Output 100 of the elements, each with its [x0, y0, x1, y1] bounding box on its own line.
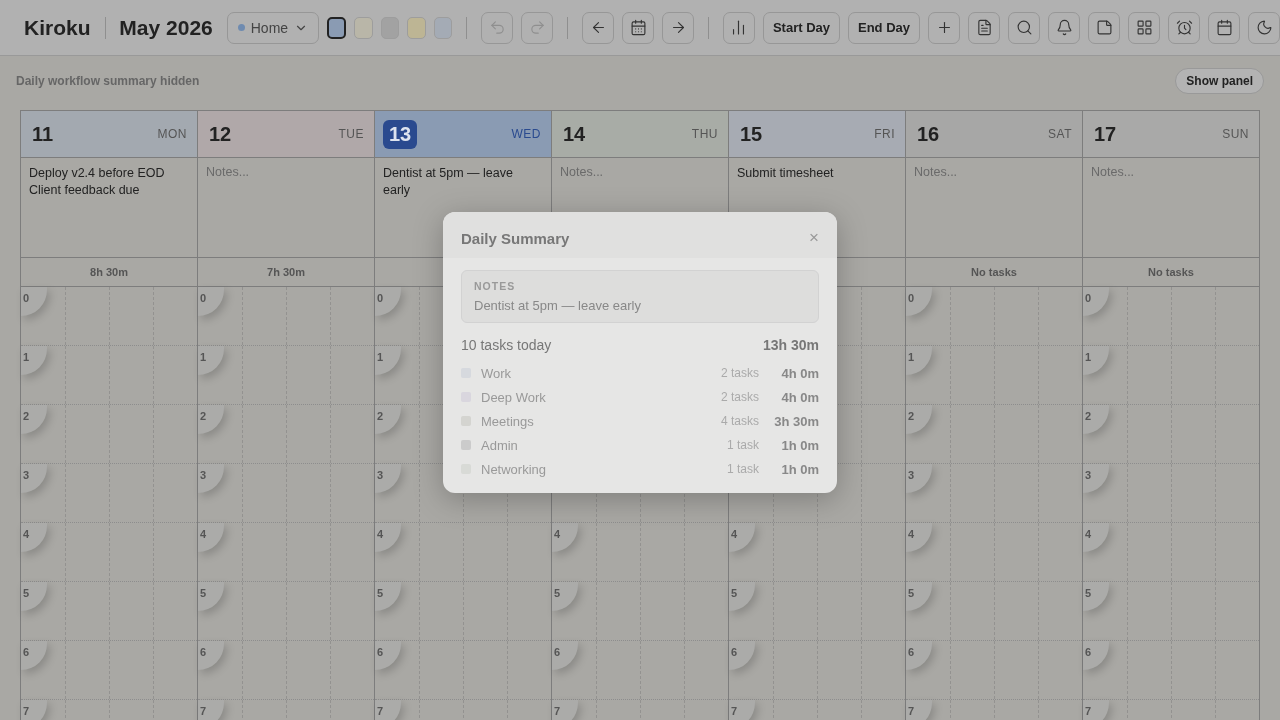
banner-text: Daily workflow summary hidden: [16, 74, 200, 88]
hour-label: 3: [21, 464, 47, 493]
app-name: Kiroku: [24, 15, 91, 40]
category-name: Networking: [481, 461, 548, 477]
theme-swatch[interactable]: [354, 16, 373, 39]
day-total: 7h 30m: [267, 266, 305, 278]
notes-placeholder[interactable]: Notes...: [1091, 165, 1251, 179]
weekday-label: FRI: [874, 127, 895, 141]
category-name: Deep Work: [481, 389, 547, 405]
hour-label: 0: [906, 287, 932, 316]
day-number: 16: [916, 122, 941, 146]
day-note: Dentist at 5pm — leave early: [383, 165, 514, 199]
hour-label: 6: [729, 641, 755, 670]
hour-label: 4: [1083, 523, 1109, 552]
dark-mode-button[interactable]: [1248, 11, 1280, 44]
notes-placeholder[interactable]: Notes...: [206, 165, 366, 179]
previous-button[interactable]: [582, 11, 615, 44]
hour-label: 1: [375, 346, 401, 375]
hour-label: 5: [552, 582, 578, 611]
notes-button[interactable]: [1088, 11, 1120, 44]
weekday-label: TUE: [338, 127, 364, 141]
hour-label: 4: [906, 523, 932, 552]
task-count: 10 tasks today: [461, 337, 553, 353]
day-note: Deploy v2.4 before EOD: [29, 165, 166, 182]
category-name: Meetings: [481, 413, 535, 429]
weekday-label: THU: [691, 127, 718, 141]
hour-label: 4: [552, 523, 578, 552]
grid-button[interactable]: [1128, 11, 1160, 44]
next-button[interactable]: [662, 11, 695, 44]
hour-label: 5: [198, 582, 224, 611]
category-tasks: 2 tasks: [720, 366, 759, 380]
search-icon: [1015, 19, 1033, 36]
theme-swatch[interactable]: [327, 16, 347, 39]
hour-label: 7: [375, 700, 401, 720]
hour-label: 7: [21, 700, 47, 720]
show-panel-button[interactable]: Show panel: [1175, 68, 1264, 94]
weekday-label: WED: [511, 127, 541, 141]
hour-label: 4: [729, 523, 755, 552]
notes-placeholder[interactable]: Notes...: [914, 165, 1074, 179]
hour-label: 0: [1083, 287, 1109, 316]
notes-label: NOTES: [474, 280, 517, 292]
hour-label: 7: [1083, 700, 1109, 720]
hour-label: 3: [1083, 464, 1109, 493]
category-name: Work: [481, 365, 513, 381]
period-title: May 2026: [119, 15, 213, 40]
hour-label: 5: [906, 582, 932, 611]
hour-label: 2: [198, 405, 224, 434]
total-time: 13h 30m: [762, 337, 819, 353]
notes-placeholder[interactable]: Notes...: [560, 165, 720, 179]
hour-label: 4: [375, 523, 401, 552]
day-number: 11: [31, 122, 55, 146]
hour-label: 6: [552, 641, 578, 670]
hour-label: 6: [906, 641, 932, 670]
category-time: 4h 0m: [780, 389, 819, 405]
day-number: 15: [739, 122, 764, 146]
weekday-label: SUN: [1222, 127, 1249, 141]
dialog-title: Daily Summary: [461, 229, 570, 247]
category-time: 1h 0m: [780, 437, 819, 453]
hour-label: 4: [198, 523, 224, 552]
alarm-clock-icon: [1175, 19, 1193, 36]
hour-label: 6: [375, 641, 401, 670]
hour-label: 1: [1083, 346, 1109, 375]
category-tasks: 1 task: [726, 462, 759, 476]
hour-label: 3: [198, 464, 224, 493]
hour-label: 5: [1083, 582, 1109, 611]
category-time: 3h 30m: [773, 413, 819, 429]
profile-dropdown[interactable]: Home: [226, 11, 320, 44]
hour-label: 3: [906, 464, 932, 493]
notifications-button[interactable]: [1048, 11, 1080, 44]
note-icon: [1095, 19, 1113, 36]
alarm-button[interactable]: [1168, 11, 1200, 44]
category-tasks: 1 task: [726, 438, 759, 452]
close-button[interactable]: ×: [809, 228, 819, 248]
category-time: 1h 0m: [780, 461, 819, 477]
theme-swatch[interactable]: [407, 16, 426, 39]
stats-button[interactable]: [722, 11, 755, 44]
day-number: 17: [1093, 122, 1118, 146]
document-icon: [975, 19, 993, 36]
hour-label: 5: [21, 582, 47, 611]
undo-icon: [488, 19, 506, 36]
day-button[interactable]: End Day: [848, 11, 920, 44]
day-total: No tasks: [1148, 266, 1194, 278]
day-total: 8h 30m: [90, 266, 128, 278]
theme-swatch[interactable]: [433, 16, 453, 39]
document-button[interactable]: [968, 11, 1000, 44]
day-button[interactable]: Start Day: [762, 11, 840, 44]
hour-label: 2: [1083, 405, 1109, 434]
calendar-button[interactable]: [1208, 11, 1240, 44]
weekday-label: SAT: [1048, 127, 1072, 141]
today-button[interactable]: [622, 11, 655, 44]
moon-icon: [1255, 19, 1273, 36]
category-tasks: 2 tasks: [720, 390, 759, 404]
category-name: Admin: [481, 437, 519, 453]
category-tasks: 4 tasks: [720, 414, 759, 428]
hour-label: 0: [198, 287, 224, 316]
search-button[interactable]: [1008, 11, 1040, 44]
hour-label: 0: [375, 287, 401, 316]
hour-label: 6: [1083, 641, 1109, 670]
day-number: 13: [383, 119, 418, 149]
hour-label: 2: [21, 405, 47, 434]
